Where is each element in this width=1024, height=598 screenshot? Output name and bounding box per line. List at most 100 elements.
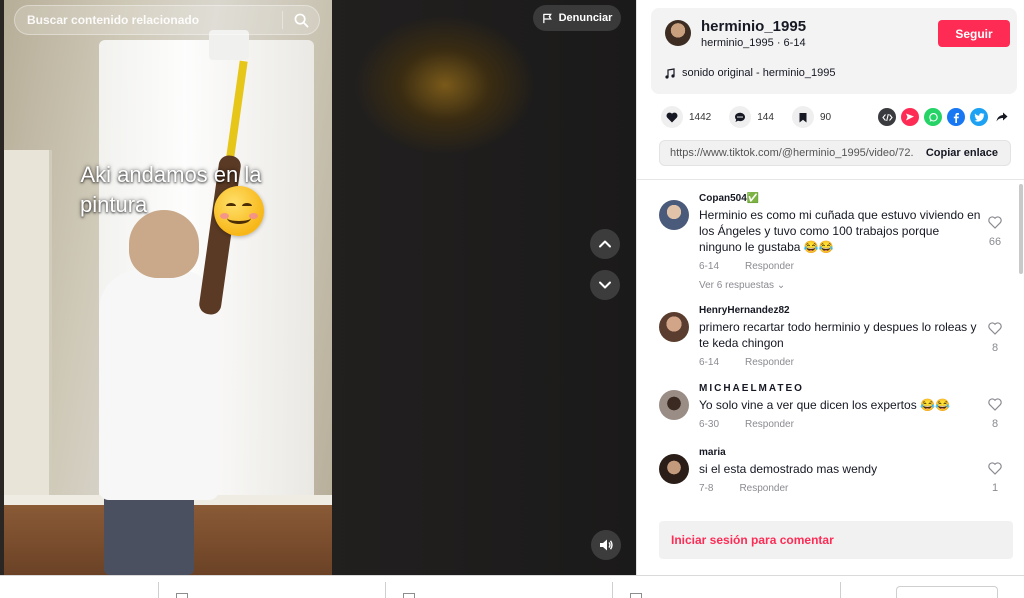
strip-checkbox[interactable]: [630, 593, 642, 598]
details-panel: herminio_1995 herminio_1995 · 6-14 Segui…: [636, 0, 1024, 575]
video-caption-line1: Aki andamos en la: [80, 162, 262, 187]
previous-video-button[interactable]: [590, 229, 620, 259]
twitter-button[interactable]: [970, 108, 988, 126]
share-arrow-icon: [996, 112, 1008, 122]
save-button[interactable]: [791, 106, 814, 128]
strip-divider: [840, 582, 841, 598]
sound-label: sonido original - herminio_1995: [682, 67, 836, 79]
send-icon: [906, 113, 914, 121]
volume-button[interactable]: [591, 530, 621, 560]
comment-username[interactable]: HenryHernandez82: [699, 304, 984, 318]
chevron-up-icon: [599, 240, 611, 248]
copy-link-button[interactable]: Copiar enlace: [914, 141, 1010, 165]
heart-outline-icon: [988, 322, 1002, 335]
emoji-eye: [242, 203, 252, 209]
comment-meta: 7-8 Responder: [699, 483, 984, 494]
save-action[interactable]: 90: [791, 106, 832, 128]
follow-button[interactable]: Seguir: [938, 20, 1010, 47]
view-replies-button[interactable]: Ver 6 respuestas ⌄: [699, 280, 984, 291]
author-avatar[interactable]: [665, 20, 691, 46]
comment-action[interactable]: 144: [729, 106, 774, 128]
comments-scrollbar[interactable]: [1017, 180, 1024, 510]
video-door: [4, 150, 52, 510]
reply-button[interactable]: Responder: [745, 357, 794, 368]
comment-text: Yo solo vine a ver que dicen los experto…: [699, 398, 950, 412]
report-button[interactable]: Denunciar: [533, 5, 621, 31]
search-icon: [294, 13, 308, 27]
like-button[interactable]: [661, 106, 683, 128]
comment-body: maria si el esta demostrado mas wendy 7-…: [699, 446, 984, 494]
strip-button[interactable]: [896, 586, 998, 598]
comment-like-count: 66: [988, 236, 1002, 248]
embed-icon: [881, 113, 893, 121]
comment-like-button[interactable]: 66: [983, 216, 1007, 248]
comment-text: Herminio es como mi cuñada que estuvo vi…: [699, 208, 981, 254]
comment-username[interactable]: maria: [699, 446, 984, 460]
next-video-button[interactable]: [590, 270, 620, 300]
video-person-head: [129, 210, 199, 278]
heart-outline-icon: [988, 398, 1002, 411]
comment-meta: 6-30 Responder: [699, 419, 984, 430]
comment-date: 6-14: [699, 357, 720, 368]
sound-link[interactable]: sonido original - herminio_1995: [665, 67, 835, 79]
smiling-face-emoji-icon: [214, 186, 264, 236]
author-card: herminio_1995 herminio_1995 · 6-14 Segui…: [651, 8, 1017, 94]
comment-like-count: 8: [991, 418, 999, 430]
comment-like-count: 1: [991, 482, 999, 494]
comment-bubble-icon: [735, 112, 746, 122]
like-action[interactable]: 1442: [661, 106, 711, 128]
more-share-button[interactable]: [993, 108, 1011, 126]
whatsapp-button[interactable]: [924, 108, 942, 126]
bookmark-icon: [799, 112, 807, 122]
comment-body: HenryHernandez82 primero recartar todo h…: [699, 304, 984, 368]
strip-divider: [158, 582, 159, 598]
facebook-button[interactable]: [947, 108, 965, 126]
comment-button[interactable]: [729, 106, 752, 128]
comment-username[interactable]: Copan504✅: [699, 192, 984, 206]
emoji-mouth: [227, 212, 251, 224]
strip-checkbox[interactable]: [403, 593, 415, 598]
reply-button[interactable]: Responder: [745, 261, 794, 272]
comment-like-button[interactable]: 1: [983, 462, 1007, 494]
comment-like-button[interactable]: 8: [983, 322, 1007, 354]
comment-body: MICHAELMATEO Yo solo vine a ver que dice…: [699, 382, 984, 430]
send-button[interactable]: [901, 108, 919, 126]
commenter-avatar[interactable]: [659, 454, 689, 484]
search-button[interactable]: [283, 6, 319, 34]
reply-button[interactable]: Responder: [739, 483, 788, 494]
search-input[interactable]: [15, 6, 282, 34]
video-frame[interactable]: [4, 0, 332, 575]
speaker-icon: [600, 539, 613, 551]
comment-meta: 6-14 Responder: [699, 261, 984, 272]
embed-button[interactable]: [878, 108, 896, 126]
heart-icon: [666, 112, 678, 122]
music-note-icon: [665, 67, 675, 79]
comment-text: primero recartar todo herminio y despues…: [699, 320, 977, 350]
login-to-comment-button[interactable]: Iniciar sesión para comentar: [659, 521, 1013, 559]
heart-outline-icon: [988, 216, 1002, 229]
comment-list[interactable]: Copan504✅ Herminio es como mi cuñada que…: [637, 188, 1024, 508]
share-icons: [878, 108, 1011, 126]
comment-username[interactable]: MICHAELMATEO: [699, 382, 984, 396]
comment-date: 7-8: [699, 483, 714, 494]
commenter-avatar[interactable]: [659, 200, 689, 230]
facebook-icon: [953, 112, 959, 123]
comment-like-button[interactable]: 8: [983, 398, 1007, 430]
flag-icon: [542, 13, 552, 23]
share-link-box: https://www.tiktok.com/@herminio_1995/vi…: [659, 140, 1011, 166]
author-username[interactable]: herminio_1995: [701, 18, 806, 35]
strip-checkbox[interactable]: [176, 593, 188, 598]
scrollbar-thumb[interactable]: [1019, 184, 1023, 274]
video-player[interactable]: Aki andamos en la pintura Denunciar: [0, 0, 636, 575]
comment-like-count: 8: [991, 342, 999, 354]
video-actions: 1442 144 90: [661, 106, 1011, 128]
comment-count: 144: [757, 111, 774, 123]
commenter-avatar[interactable]: [659, 390, 689, 420]
search-box: [14, 5, 320, 35]
commenter-avatar[interactable]: [659, 312, 689, 342]
reply-button[interactable]: Responder: [745, 419, 794, 430]
like-count: 1442: [689, 111, 712, 123]
save-count: 90: [819, 111, 832, 123]
strip-divider: [385, 582, 386, 598]
share-link-url[interactable]: https://www.tiktok.com/@herminio_1995/vi…: [660, 147, 914, 159]
